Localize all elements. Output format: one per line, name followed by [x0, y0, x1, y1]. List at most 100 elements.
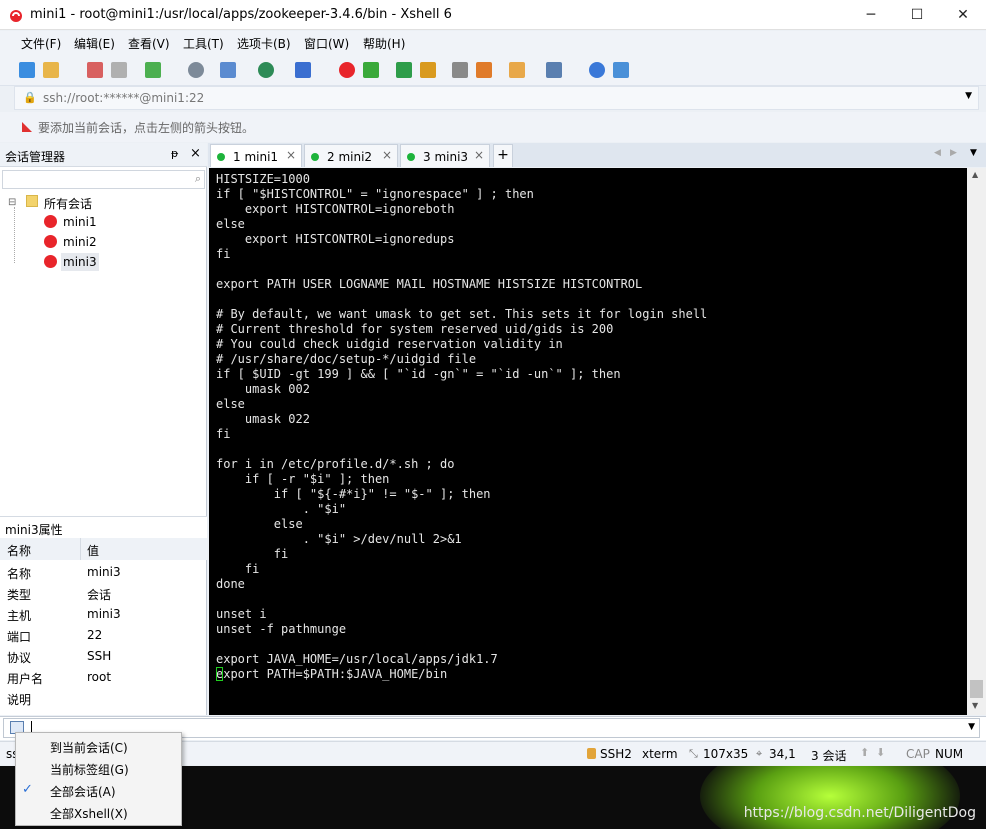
property-row: 说明 [0, 687, 207, 708]
connect-icon[interactable] [87, 62, 103, 78]
status-sessions: 3 会话 [811, 749, 847, 763]
xshell-icon[interactable] [339, 62, 355, 78]
highlight-icon[interactable] [476, 62, 492, 78]
scroll-thumb[interactable] [970, 680, 983, 698]
connected-icon [407, 153, 415, 161]
font-icon[interactable] [295, 62, 311, 78]
resize-icon: ⤡ [689, 747, 698, 760]
tab-scroll-left-icon[interactable]: ◀ [934, 148, 941, 158]
hint-text: 要添加当前会话，点击左侧的箭头按钮。 [38, 121, 255, 135]
keyboard-icon[interactable] [452, 62, 468, 78]
tree-item-mini2[interactable]: mini2 [63, 235, 97, 249]
property-key: 名称 [7, 567, 32, 581]
terminal-scrollbar[interactable]: ▲ ▼ [967, 168, 986, 715]
checkmark-icon: ✓ [22, 782, 33, 797]
tab-list-icon[interactable]: ▼ [970, 148, 977, 158]
col-divider [80, 538, 81, 560]
open-folder-icon[interactable] [43, 62, 59, 78]
send-target-dropdown: 到当前会话(C) 当前标签组(G) ✓ 全部会话(A) 全部Xshell(X) [15, 732, 182, 826]
col-value-header[interactable]: 值 [87, 542, 99, 559]
xftp-icon[interactable] [363, 62, 379, 78]
tree-root[interactable]: 所有会话 [44, 195, 92, 212]
tab-scroll-right-icon[interactable]: ▶ [950, 148, 957, 158]
cursor-pos-icon: ⌖ [756, 747, 763, 760]
status-terminal-type: xterm [642, 747, 678, 761]
tile-icon[interactable] [546, 62, 562, 78]
lock-status-icon [587, 748, 596, 759]
scroll-down-icon[interactable]: ▼ [972, 701, 978, 710]
property-key: 用户名 [7, 672, 44, 686]
layout-icon[interactable] [220, 62, 236, 78]
lock-icon[interactable] [420, 62, 436, 78]
menu-tools[interactable]: 工具(T) [183, 35, 224, 52]
terminal-cursor [216, 667, 223, 681]
property-value: 22 [87, 628, 103, 642]
status-size: 107x35 [703, 747, 749, 761]
tab-mini3[interactable]: 3 mini3 × [400, 144, 490, 167]
session-search-input[interactable]: ⌕ [2, 170, 205, 189]
menu-file[interactable]: 文件(F) [21, 35, 61, 52]
maximize-button[interactable]: ☐ [894, 0, 940, 30]
property-key: 说明 [7, 693, 32, 707]
menu-tabs[interactable]: 选项卡(B) [237, 35, 291, 52]
tree-guide [14, 207, 15, 263]
disconnect-icon[interactable] [111, 62, 127, 78]
minimize-button[interactable]: ─ [848, 0, 894, 30]
properties-title: mini3属性 [5, 523, 63, 537]
compose-icon[interactable] [509, 62, 525, 78]
session-icon [44, 215, 57, 228]
menu-view[interactable]: 查看(V) [128, 35, 170, 52]
prev-session-icon[interactable]: ⬆ [860, 746, 869, 759]
property-value: mini3 [87, 607, 121, 621]
tab-close-icon[interactable]: × [286, 148, 296, 162]
dropdown-item-current-tab-group[interactable]: 当前标签组(G) [16, 757, 181, 779]
close-button[interactable]: ✕ [940, 0, 986, 30]
connected-icon [217, 153, 225, 161]
fullscreen-icon[interactable] [396, 62, 412, 78]
session-manager-title: 会话管理器 [5, 150, 66, 164]
chat-icon[interactable] [613, 62, 629, 78]
dropdown-item-current-session[interactable]: 到当前会话(C) [16, 735, 181, 757]
tab-bar: 1 mini1 × 2 mini2 × 3 mini3 × + ◀ ▶ ▼ [208, 143, 986, 167]
status-protocol: SSH2 [600, 747, 632, 761]
scroll-up-icon[interactable]: ▲ [972, 170, 978, 179]
collapse-icon[interactable]: ⊟ [8, 197, 16, 208]
dropdown-item-label: 全部Xshell(X) [50, 807, 128, 821]
dropdown-item-label: 到当前会话(C) [50, 741, 128, 755]
tab-mini2[interactable]: 2 mini2 × [304, 144, 398, 167]
window-title: mini1 - root@mini1:/usr/local/apps/zooke… [30, 7, 452, 22]
dropdown-item-all-sessions[interactable]: ✓ 全部会话(A) [16, 779, 181, 801]
pin-icon[interactable]: ᵽ [171, 147, 178, 160]
search-icon: ⌕ [194, 172, 201, 185]
next-session-icon[interactable]: ⬇ [876, 746, 885, 759]
globe-icon[interactable] [258, 62, 274, 78]
terminal[interactable]: HISTSIZE=1000 if [ "$HISTCONTROL" = "ign… [209, 168, 967, 715]
col-name-header[interactable]: 名称 [7, 542, 31, 559]
tab-close-icon[interactable]: × [382, 148, 392, 162]
new-tab-button[interactable]: + [493, 144, 513, 167]
tree-item-mini1[interactable]: mini1 [63, 215, 97, 229]
property-row: 名称 mini3 [0, 561, 207, 582]
arrow-icon[interactable] [20, 120, 34, 134]
find-icon[interactable] [188, 62, 204, 78]
menu-edit[interactable]: 编辑(E) [74, 35, 115, 52]
help-icon[interactable] [589, 62, 605, 78]
tab-mini1[interactable]: 1 mini1 × [210, 144, 302, 167]
dropdown-item-label: 当前标签组(G) [50, 763, 129, 777]
connected-icon [311, 153, 319, 161]
menu-help[interactable]: 帮助(H) [363, 35, 405, 52]
dropdown-item-all-xshell[interactable]: 全部Xshell(X) [16, 801, 181, 823]
menu-window[interactable]: 窗口(W) [304, 35, 349, 52]
tree-item-mini3[interactable]: mini3 [61, 253, 99, 271]
address-bar[interactable]: 🔒 ssh://root:******@mini1:22 ▼ [14, 86, 979, 110]
property-row: 协议 SSH [0, 645, 207, 666]
close-icon[interactable]: × [190, 146, 201, 161]
chevron-down-icon[interactable]: ▼ [968, 722, 975, 732]
chevron-down-icon[interactable]: ▼ [965, 91, 972, 101]
tab-close-icon[interactable]: × [474, 148, 484, 162]
reconnect-icon[interactable] [145, 62, 161, 78]
folder-icon [26, 195, 38, 207]
new-session-icon[interactable] [19, 62, 35, 78]
property-value: SSH [87, 649, 112, 663]
property-key: 协议 [7, 651, 32, 665]
